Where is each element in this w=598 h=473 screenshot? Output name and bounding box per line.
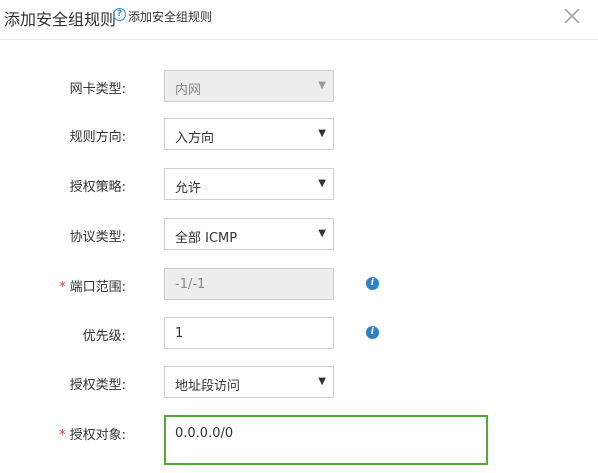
required-mark: * — [59, 428, 66, 443]
dialog-title: 添加安全组规则 — [4, 10, 117, 29]
auth-object-label: * 授权对象: — [59, 428, 126, 443]
add-security-group-rule-dialog: 添加安全组规则 ? 添加安全组规则 网卡类型: 内网 ▼ 规则方向: 入方向 ▼… — [0, 0, 598, 473]
port-range-label: * 端口范围: — [59, 280, 126, 295]
chevron-down-icon: ▼ — [318, 228, 326, 239]
protocol-label: 协议类型: — [69, 230, 126, 245]
policy-select[interactable]: 允许 ▼ — [164, 168, 334, 200]
chevron-down-icon: ▼ — [318, 80, 326, 91]
port-range-value: -1/-1 — [175, 277, 206, 292]
auth-object-textarea[interactable]: 0.0.0.0/0 — [164, 415, 488, 465]
policy-value: 允许 — [175, 181, 202, 196]
priority-value: 1 — [175, 326, 184, 341]
direction-select[interactable]: 入方向 ▼ — [164, 118, 334, 150]
dialog-header: 添加安全组规则 ? 添加安全组规则 — [0, 0, 598, 40]
nic-type-value: 内网 — [175, 83, 202, 98]
priority-input[interactable]: 1 — [164, 317, 334, 349]
close-icon[interactable] — [561, 5, 583, 27]
policy-label: 授权策略: — [69, 180, 126, 195]
auth-type-value: 地址段访问 — [175, 379, 241, 394]
direction-label: 规则方向: — [69, 130, 126, 145]
port-range-input[interactable]: -1/-1 — [164, 268, 334, 300]
nic-type-select[interactable]: 内网 ▼ — [164, 70, 334, 102]
help-icon[interactable]: ? — [113, 8, 126, 21]
help-link[interactable]: 添加安全组规则 — [128, 8, 212, 25]
direction-value: 入方向 — [175, 131, 215, 146]
auth-type-select[interactable]: 地址段访问 ▼ — [164, 366, 334, 398]
nic-type-label: 网卡类型: — [69, 82, 126, 97]
info-icon[interactable]: i — [366, 326, 379, 339]
required-mark: * — [59, 280, 66, 295]
auth-object-value: 0.0.0.0/0 — [175, 426, 234, 441]
auth-type-label: 授权类型: — [69, 378, 126, 393]
priority-label: 优先级: — [82, 329, 126, 344]
chevron-down-icon: ▼ — [318, 128, 326, 139]
protocol-value: 全部 ICMP — [175, 231, 238, 246]
chevron-down-icon: ▼ — [318, 376, 326, 387]
protocol-select[interactable]: 全部 ICMP ▼ — [164, 218, 334, 250]
info-icon[interactable]: i — [366, 277, 379, 290]
chevron-down-icon: ▼ — [318, 178, 326, 189]
